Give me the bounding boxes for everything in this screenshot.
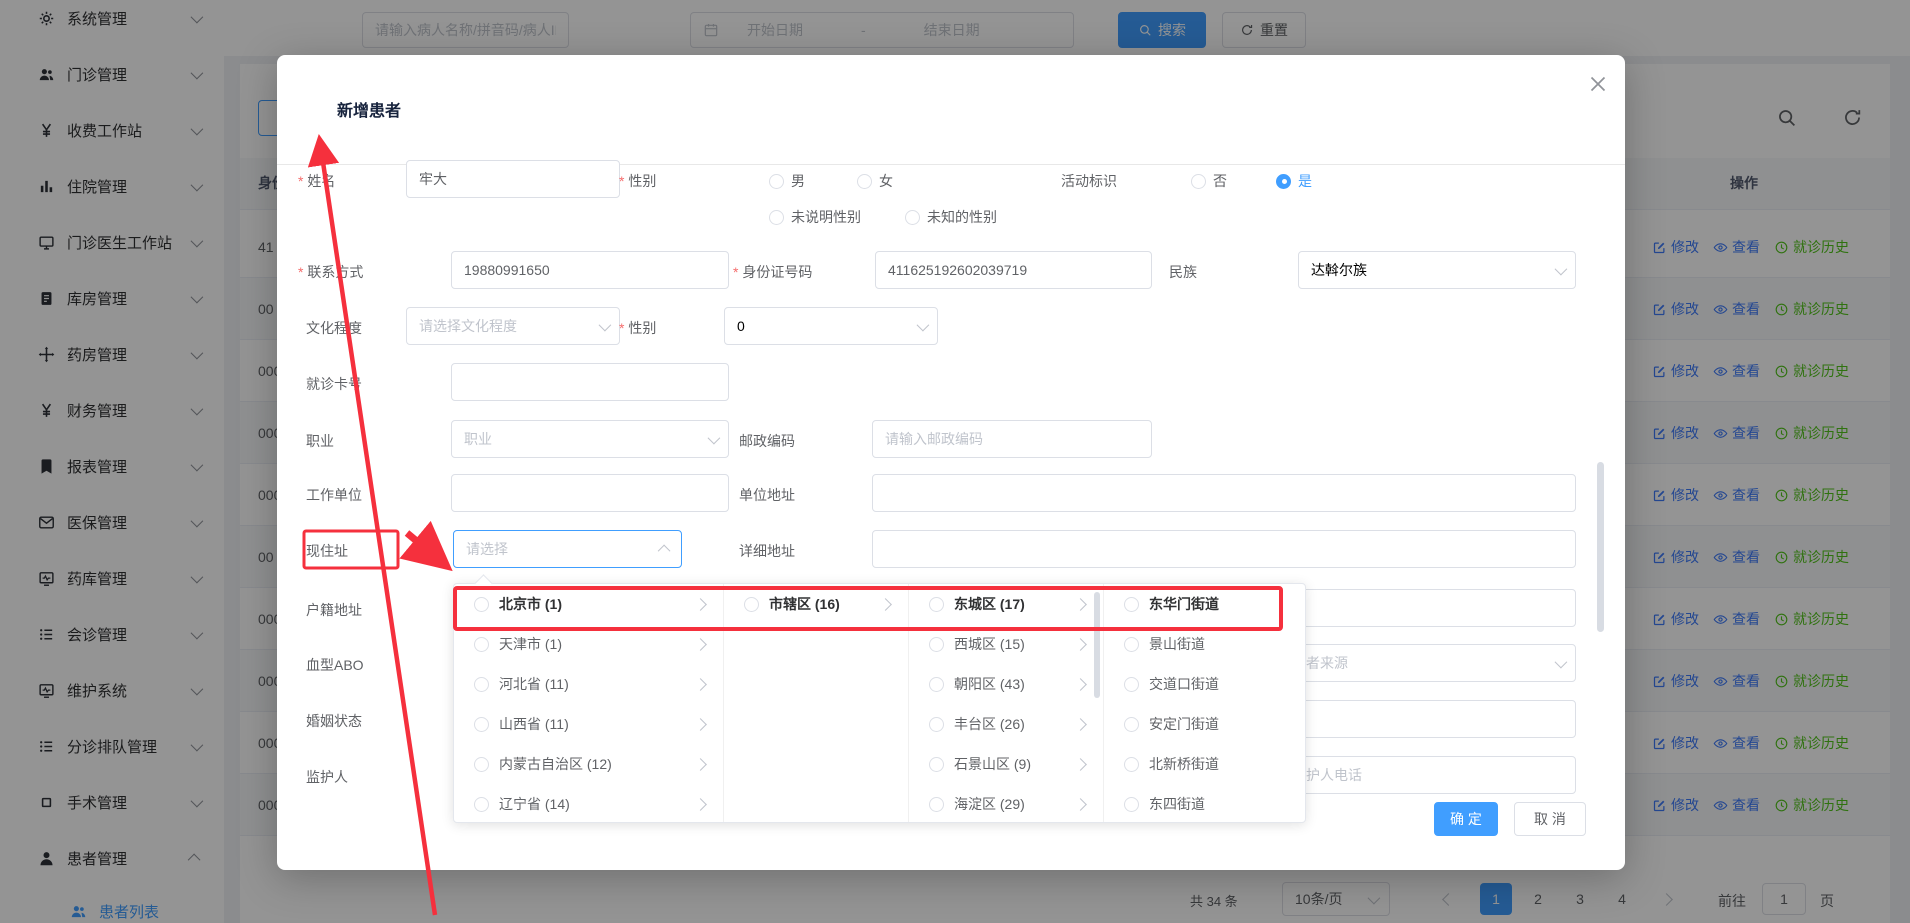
chevron-right-icon — [694, 678, 707, 691]
chevron-down-icon — [1555, 262, 1568, 275]
cascader-option-tianjin[interactable]: 天津市 (1) — [454, 624, 723, 664]
current-address-cascader-select[interactable]: 请选择 — [453, 530, 682, 568]
active-flag-label: 活动标识 — [1061, 171, 1117, 191]
education-select[interactable]: 请选择文化程度 — [406, 307, 620, 345]
chevron-right-icon — [1074, 678, 1087, 691]
cascader-option-hebei[interactable]: 河北省 (11) — [454, 664, 723, 704]
modal-scrollbar[interactable] — [1597, 462, 1604, 632]
active-flag-radio-yes[interactable]: 是 — [1276, 171, 1312, 191]
gender-radio-female[interactable]: 女 — [857, 171, 893, 191]
cascader-option-andingmen[interactable]: 安定门街道 — [1104, 704, 1305, 744]
work-unit-input[interactable] — [451, 474, 729, 512]
chevron-right-icon — [694, 598, 707, 611]
gender-code-value: 0 — [737, 318, 745, 334]
occupation-label: 职业 — [306, 431, 334, 451]
occupation-placeholder: 职业 — [464, 429, 492, 449]
cascader-province-column: 北京市 (1) 天津市 (1) 河北省 (11) 山西省 (11) 内蒙古自治区… — [454, 584, 724, 822]
nation-select[interactable]: 达斡尔族 — [1298, 251, 1576, 289]
gender-radio-male[interactable]: 男 — [769, 171, 805, 191]
nation-label: 民族 — [1169, 262, 1197, 282]
detail-address-input[interactable] — [872, 530, 1576, 568]
current-address-label: 现住址 — [306, 541, 348, 561]
cascader-option-donghuamen[interactable]: 东华门街道 — [1104, 584, 1305, 624]
cascader-option-jingshan[interactable]: 景山街道 — [1104, 624, 1305, 664]
nation-value: 达斡尔族 — [1311, 260, 1367, 280]
contact-input[interactable] — [451, 251, 729, 289]
chevron-right-icon — [1074, 758, 1087, 771]
cascader-city-column: 市辖区 (16) — [724, 584, 909, 822]
chevron-right-icon — [1074, 798, 1087, 811]
visit-card-input[interactable] — [451, 363, 729, 401]
cascader-option-fengtai[interactable]: 丰台区 (26) — [909, 704, 1103, 744]
active-flag-radio-no[interactable]: 否 — [1191, 171, 1227, 191]
work-unit-label: 工作单位 — [306, 485, 362, 505]
chevron-right-icon — [1074, 718, 1087, 731]
cascader-option-liaoning[interactable]: 辽宁省 (14) — [454, 784, 723, 824]
occupation-select[interactable]: 职业 — [451, 420, 729, 458]
cascader-option-beijing[interactable]: 北京市 (1) — [454, 584, 723, 624]
confirm-button[interactable]: 确 定 — [1434, 802, 1498, 836]
current-address-placeholder: 请选择 — [466, 539, 508, 559]
postcode-input[interactable] — [872, 420, 1152, 458]
close-icon[interactable] — [1585, 71, 1611, 97]
chevron-right-icon — [694, 758, 707, 771]
cascader-option-neimenggu[interactable]: 内蒙古自治区 (12) — [454, 744, 723, 784]
add-patient-modal: 新增患者 姓名 性别 男 女 活动标识 否 是 未说明性别 未知的性别 联系方式… — [277, 55, 1625, 870]
app-root: 系统管理 门诊管理 收费工作站 住院管理 门诊医生工作站 库房管理 药房管理 财… — [0, 0, 1910, 923]
name-input[interactable] — [406, 160, 620, 198]
cascader-option-dongcheng[interactable]: 东城区 (17) — [909, 584, 1103, 624]
cascader-option-shixiaqu[interactable]: 市辖区 (16) — [724, 584, 908, 624]
cascader-street-column: 东华门街道 景山街道 交道口街道 安定门街道 北新桥街道 东四街道 — [1104, 584, 1305, 822]
chevron-right-icon — [694, 718, 707, 731]
chevron-down-icon — [708, 431, 721, 444]
cascader-option-beixinqiao[interactable]: 北新桥街道 — [1104, 744, 1305, 784]
modal-title: 新增患者 — [337, 97, 401, 121]
visit-card-label: 就诊卡号 — [306, 374, 362, 394]
cascader-column-scrollbar[interactable] — [1094, 592, 1100, 698]
cascader-option-shanxi[interactable]: 山西省 (11) — [454, 704, 723, 744]
chevron-down-icon — [917, 318, 930, 331]
chevron-right-icon — [1074, 638, 1087, 651]
cascader-option-haidian[interactable]: 海淀区 (29) — [909, 784, 1103, 824]
blood-type-label: 血型ABO — [306, 655, 364, 675]
detail-address-label: 详细地址 — [739, 541, 795, 561]
marital-status-label: 婚姻状态 — [306, 711, 362, 731]
address-cascader-panel: 北京市 (1) 天津市 (1) 河北省 (11) 山西省 (11) 内蒙古自治区… — [453, 583, 1306, 823]
chevron-right-icon — [694, 798, 707, 811]
chevron-right-icon — [1074, 598, 1087, 611]
chevron-down-icon — [599, 318, 612, 331]
cascader-option-chaoyang[interactable]: 朝阳区 (43) — [909, 664, 1103, 704]
contact-label: 联系方式 — [298, 262, 363, 282]
id-number-label: 身份证号码 — [733, 262, 812, 282]
education-placeholder: 请选择文化程度 — [419, 316, 517, 336]
cascader-option-shijingshan[interactable]: 石景山区 (9) — [909, 744, 1103, 784]
chevron-down-icon — [1555, 655, 1568, 668]
cascader-option-jiaodaokou[interactable]: 交道口街道 — [1104, 664, 1305, 704]
chevron-up-icon — [658, 544, 671, 557]
name-label: 姓名 — [298, 171, 335, 191]
id-number-input[interactable] — [875, 251, 1152, 289]
gender-radio-unexplained[interactable]: 未说明性别 — [769, 207, 861, 227]
cascader-district-column: 东城区 (17) 西城区 (15) 朝阳区 (43) 丰台区 (26) 石景山区… — [909, 584, 1104, 822]
guardian-label: 监护人 — [306, 767, 348, 787]
postcode-label: 邮政编码 — [739, 431, 795, 451]
gender-radio-unknown[interactable]: 未知的性别 — [905, 207, 997, 227]
cascader-option-dongsi[interactable]: 东四街道 — [1104, 784, 1305, 824]
chevron-right-icon — [694, 638, 707, 651]
gender-code-select[interactable]: 0 — [724, 307, 938, 345]
chevron-right-icon — [879, 598, 892, 611]
cascader-option-xicheng[interactable]: 西城区 (15) — [909, 624, 1103, 664]
gender-code-label: 性别 — [619, 318, 656, 338]
cancel-button[interactable]: 取 消 — [1514, 802, 1586, 836]
education-label: 文化程度 — [306, 318, 362, 338]
unit-address-input[interactable] — [872, 474, 1576, 512]
unit-address-label: 单位地址 — [739, 485, 795, 505]
household-address-label: 户籍地址 — [306, 600, 362, 620]
gender-label: 性别 — [619, 171, 656, 191]
